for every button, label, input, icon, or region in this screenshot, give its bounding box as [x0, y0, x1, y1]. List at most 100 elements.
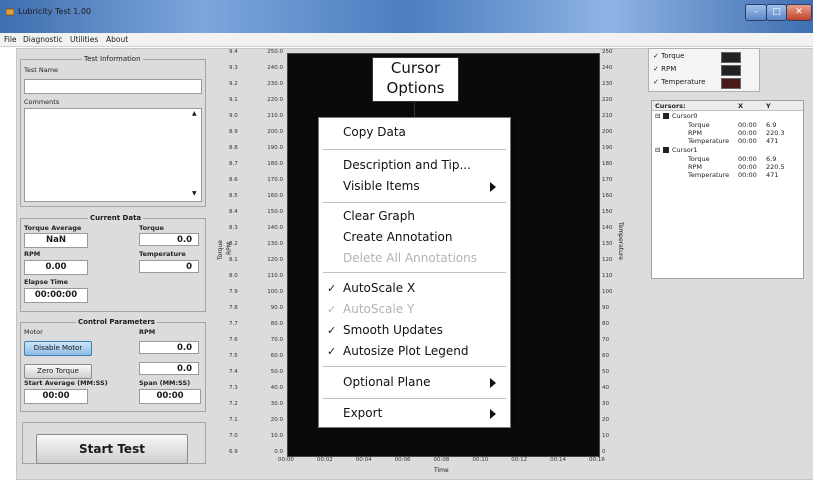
outer-axis-tick: 7.4 — [229, 369, 238, 375]
cursor1-temperature-y: 471 — [766, 171, 779, 179]
outer-axis-tick: 7.3 — [229, 385, 238, 391]
outer-axis-tick: 8.7 — [229, 161, 238, 167]
menu-diagnostic[interactable]: Diagnostic — [23, 35, 63, 44]
rpm-axis-tick: 110.0 — [267, 273, 283, 279]
close-button[interactable]: ✕ — [786, 4, 812, 21]
outer-axis-tick: 7.6 — [229, 337, 238, 343]
menu-item-autosize-plot-legend[interactable]: Autosize Plot Legend — [343, 344, 468, 358]
torque-axis-label: Torque — [217, 240, 224, 260]
app-icon — [6, 8, 14, 16]
cursor0-temperature-y: 471 — [766, 137, 779, 145]
temperature-swatch[interactable] — [721, 78, 741, 89]
cursor1-torque-y: 6.9 — [766, 155, 777, 163]
rpm-axis-tick: 140.0 — [267, 225, 283, 231]
current-data-title: Current Data — [88, 214, 144, 222]
temperature-axis-tick: 200 — [602, 129, 613, 135]
outer-axis-tick: 9.3 — [229, 65, 238, 71]
cursor0-torque-x: 00:00 — [738, 121, 757, 129]
time-axis-label: Time — [434, 467, 449, 474]
rpm-axis-tick: 60.0 — [270, 353, 283, 359]
rpm-setpoint-input[interactable]: 0.0 — [139, 341, 199, 354]
rpm-axis-tick: 170.0 — [267, 177, 283, 183]
temperature-label: Temperature — [139, 250, 186, 258]
rpm-axis-tick: 200.0 — [267, 129, 283, 135]
cursors-table[interactable]: Cursors: X Y ⊟ Cursor0 Torque 00:00 6.9 … — [651, 100, 804, 279]
start-test-button[interactable]: Start Test — [36, 434, 188, 464]
elapse-time-value: 00:00:00 — [24, 288, 88, 303]
zero-torque-button[interactable]: Zero Torque — [24, 364, 92, 379]
outer-axis-tick: 8.3 — [229, 225, 238, 231]
menu-item-create-annotation[interactable]: Create Annotation — [343, 230, 453, 244]
cursor0-rpm-y: 220.3 — [766, 129, 785, 137]
time-axis-tick: 00:08 — [433, 457, 450, 463]
menu-item-copy-data[interactable]: Copy Data — [343, 125, 406, 139]
temperature-axis-tick: 110 — [602, 273, 613, 279]
outer-axis-tick: 7.0 — [229, 433, 238, 439]
temperature-axis-tick: 10 — [602, 433, 609, 439]
rpm-swatch[interactable] — [721, 65, 741, 76]
cursor0-temperature-x: 00:00 — [738, 137, 757, 145]
cursor0-rpm-x: 00:00 — [738, 129, 757, 137]
menu-separator — [323, 202, 506, 203]
rpm-axis-tick: 220.0 — [267, 97, 283, 103]
span-input[interactable]: 00:00 — [139, 389, 201, 404]
cursor0-torque-name: Torque — [688, 121, 710, 129]
disable-motor-button[interactable]: Disable Motor — [24, 341, 92, 356]
minimize-button[interactable]: – — [745, 4, 767, 21]
title-bar: Lubricity Test 1.00 – □ ✕ — [0, 0, 813, 33]
menu-separator — [323, 149, 506, 150]
plot-legend[interactable]: ✓ Torque ✓ RPM ✓ Temperature — [648, 48, 760, 92]
menu-utilities[interactable]: Utilities — [70, 35, 98, 44]
test-name-label: Test Name — [24, 66, 59, 74]
scroll-up-icon[interactable]: ▲ — [192, 110, 197, 117]
rpm-axis-tick: 0.0 — [274, 449, 283, 455]
scroll-down-icon[interactable]: ▼ — [192, 190, 197, 197]
cursor0-temperature-name: Temperature — [688, 137, 730, 145]
start-average-input[interactable]: 00:00 — [24, 389, 88, 404]
time-axis-tick: 00:16 — [589, 457, 605, 463]
menu-item-clear-graph[interactable]: Clear Graph — [343, 209, 415, 223]
time-axis-tick: 00:10 — [472, 457, 489, 463]
legend-rpm[interactable]: ✓ RPM — [653, 65, 676, 73]
temperature-axis-tick: 70 — [602, 337, 609, 343]
temperature-axis-tick: 80 — [602, 321, 609, 327]
menu-separator — [323, 366, 506, 367]
menu-item-description-and-tip[interactable]: Description and Tip... — [343, 158, 471, 172]
cursor0-expander[interactable]: ⊟ — [655, 112, 660, 120]
autoscale-y-check-icon: ✓ — [327, 303, 337, 316]
cursor1-expander[interactable]: ⊟ — [655, 146, 660, 154]
menu-item-visible-items[interactable]: Visible Items — [343, 179, 420, 193]
temperature-axis-tick: 230 — [602, 81, 613, 87]
callout-line-1: Cursor — [390, 59, 441, 77]
menu-item-autoscale-x[interactable]: AutoScale X — [343, 281, 415, 295]
rpm-value: 0.00 — [24, 260, 88, 275]
outer-axis-tick: 8.8 — [229, 145, 238, 151]
temperature-axis-tick: 50 — [602, 369, 609, 375]
rpm-axis-tick: 30.0 — [270, 401, 283, 407]
cursor1-color[interactable] — [663, 147, 669, 153]
window-title: Lubricity Test 1.00 — [18, 7, 92, 16]
legend-torque[interactable]: ✓ Torque — [653, 52, 684, 60]
temperature-axis-tick: 90 — [602, 305, 609, 311]
menu-file[interactable]: File — [4, 35, 17, 44]
temperature-axis-tick: 60 — [602, 353, 609, 359]
torque-swatch[interactable] — [721, 52, 741, 63]
comments-textarea[interactable] — [24, 108, 202, 202]
menu-about[interactable]: About — [106, 35, 128, 44]
cursor0-label[interactable]: Cursor0 — [672, 112, 698, 120]
cursor1-rpm-name: RPM — [688, 163, 703, 171]
menu-item-export[interactable]: Export — [343, 406, 382, 420]
maximize-button[interactable]: □ — [766, 4, 787, 21]
cursor0-color[interactable] — [663, 113, 669, 119]
outer-axis-tick: 6.9 — [229, 449, 238, 455]
menu-item-optional-plane[interactable]: Optional Plane — [343, 375, 430, 389]
temperature-axis-tick: 100 — [602, 289, 613, 295]
menu-item-smooth-updates[interactable]: Smooth Updates — [343, 323, 443, 337]
time-axis-tick: 00:04 — [355, 457, 372, 463]
legend-temperature[interactable]: ✓ Temperature — [653, 78, 705, 86]
outer-axis-tick: 7.2 — [229, 401, 238, 407]
test-name-input[interactable] — [24, 79, 202, 94]
submenu-arrow-icon — [490, 378, 496, 388]
rpm-axis-label: RPM — [226, 242, 233, 255]
cursor1-label[interactable]: Cursor1 — [672, 146, 698, 154]
